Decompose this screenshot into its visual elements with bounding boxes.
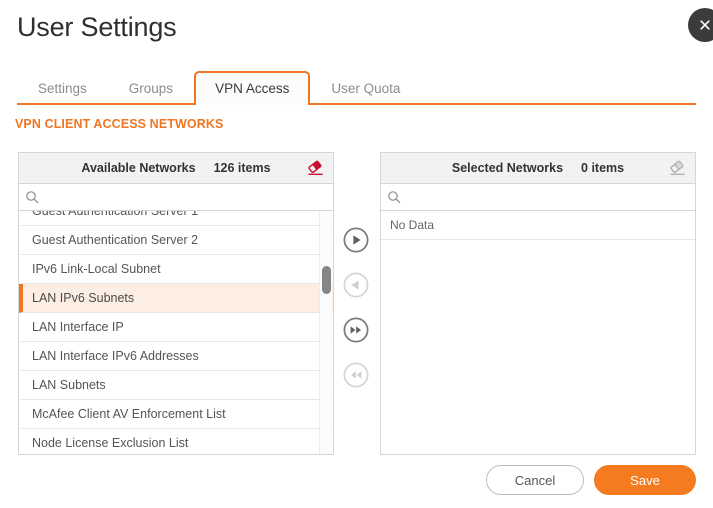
list-item[interactable]: LAN Subnets (19, 371, 333, 400)
selected-search-row[interactable] (381, 184, 695, 211)
available-clear-eraser-icon[interactable] (305, 159, 325, 177)
selected-networks-list[interactable]: No Data (381, 211, 695, 454)
cancel-button[interactable]: Cancel (486, 465, 584, 495)
selected-search-input[interactable] (405, 187, 689, 207)
save-button[interactable]: Save (594, 465, 696, 495)
available-panel-count: 126 items (213, 161, 271, 175)
double-right-icon (343, 317, 369, 343)
play-right-icon (343, 227, 369, 253)
close-glyph (700, 20, 710, 30)
tab-settings[interactable]: Settings (17, 71, 108, 105)
section-heading: VPN CLIENT ACCESS NETWORKS (15, 117, 224, 131)
available-networks-list[interactable]: Guest Authentication Server 1 Guest Auth… (19, 211, 333, 454)
selected-networks-panel: Selected Networks 0 items No Data (380, 152, 696, 455)
no-data-label: No Data (381, 211, 695, 240)
selected-panel-header: Selected Networks 0 items (381, 153, 695, 184)
eraser-glyph (307, 160, 323, 175)
search-glyph (388, 191, 401, 204)
list-item[interactable]: Guest Authentication Server 1 (19, 211, 333, 226)
transfer-button-group (343, 227, 370, 407)
move-left-button[interactable] (343, 272, 369, 298)
tab-vpn-access[interactable]: VPN Access (194, 71, 311, 105)
available-search-row[interactable] (19, 184, 333, 211)
list-item-selected[interactable]: LAN IPv6 Subnets (19, 284, 333, 313)
available-panel-header: Available Networks 126 items (19, 153, 333, 184)
move-all-right-button[interactable] (343, 317, 369, 343)
available-search-input[interactable] (43, 187, 327, 207)
list-item[interactable]: LAN Interface IP (19, 313, 333, 342)
move-right-button[interactable] (343, 227, 369, 253)
user-settings-dialog: User Settings Settings Groups VPN Access… (0, 0, 713, 508)
list-item[interactable]: Node License Exclusion List (19, 429, 333, 454)
scrollbar-thumb[interactable] (322, 266, 331, 294)
tab-groups[interactable]: Groups (108, 71, 194, 105)
dialog-footer: Cancel Save (0, 465, 713, 495)
available-networks-panel: Available Networks 126 items Guest Authe… (18, 152, 334, 455)
move-all-left-button[interactable] (343, 362, 369, 388)
list-item[interactable]: Guest Authentication Server 2 (19, 226, 333, 255)
eraser-glyph (669, 160, 685, 175)
list-item[interactable]: LAN Interface IPv6 Addresses (19, 342, 333, 371)
selected-panel-title: Selected Networks (451, 161, 564, 175)
list-item[interactable]: IPv6 Link-Local Subnet (19, 255, 333, 284)
list-item[interactable]: McAfee Client AV Enforcement List (19, 400, 333, 429)
available-panel-title: Available Networks (81, 161, 196, 175)
selected-clear-eraser-icon[interactable] (667, 159, 687, 177)
double-left-icon (343, 362, 369, 388)
search-glyph (26, 191, 39, 204)
search-icon (387, 190, 401, 204)
tab-user-quota[interactable]: User Quota (310, 71, 421, 105)
play-left-icon (343, 272, 369, 298)
search-icon (25, 190, 39, 204)
tab-bar: Settings Groups VPN Access User Quota (17, 71, 696, 105)
page-title: User Settings (17, 12, 177, 42)
close-icon[interactable] (688, 8, 713, 42)
available-list-scrollbar[interactable] (319, 211, 332, 454)
selected-panel-count: 0 items (581, 161, 625, 175)
